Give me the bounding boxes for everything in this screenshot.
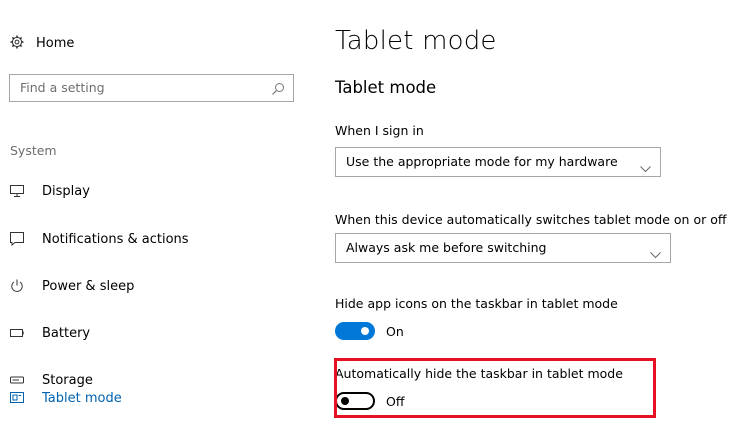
- gear-icon: [10, 34, 24, 53]
- chevron-down-icon: [650, 244, 661, 263]
- sidebar-item-label: Tablet mode: [42, 390, 122, 406]
- sidebar-item-display[interactable]: Display: [10, 179, 90, 203]
- hide-icons-toggle[interactable]: [335, 322, 375, 340]
- hide-icons-label: Hide app icons on the taskbar in tablet …: [335, 296, 618, 311]
- page-title: Tablet mode: [335, 26, 497, 56]
- settings-window: Home Find a setting System Display Notif…: [0, 0, 738, 432]
- system-group-label: System: [10, 143, 57, 158]
- search-input[interactable]: Find a setting: [9, 74, 294, 102]
- sidebar-item-battery[interactable]: Battery: [10, 321, 90, 345]
- battery-icon: [10, 329, 30, 337]
- home-label: Home: [36, 35, 75, 51]
- auto-switch-value: Always ask me before switching: [346, 240, 547, 255]
- sidebar-item-power-sleep[interactable]: Power & sleep: [10, 274, 134, 298]
- tablet-mode-icon: [10, 392, 30, 404]
- storage-icon: [10, 376, 30, 384]
- notifications-icon: [10, 232, 30, 246]
- highlight-box: [334, 358, 656, 418]
- hide-icons-state: On: [386, 323, 404, 339]
- display-icon: [10, 185, 30, 197]
- sidebar-item-label: Notifications & actions: [42, 231, 189, 247]
- sign-in-dropdown[interactable]: Use the appropriate mode for my hardware: [335, 147, 661, 177]
- home-nav-item[interactable]: Home: [10, 32, 74, 54]
- sign-in-label: When I sign in: [335, 123, 424, 138]
- search-icon[interactable]: [271, 81, 285, 100]
- hide-icons-toggle-row: On: [335, 321, 404, 341]
- sidebar-item-tablet-mode[interactable]: Tablet mode: [10, 386, 122, 410]
- auto-switch-label: When this device automatically switches …: [335, 212, 727, 227]
- chevron-down-icon: [640, 158, 651, 177]
- sign-in-value: Use the appropriate mode for my hardware: [346, 154, 618, 169]
- toggle-knob: [361, 327, 369, 335]
- sidebar-item-label: Battery: [42, 325, 91, 341]
- sidebar-item-label: Display: [42, 183, 90, 199]
- sidebar-item-label: Power & sleep: [42, 278, 135, 294]
- sidebar: Home Find a setting System Display Notif…: [0, 0, 300, 432]
- power-icon: [10, 279, 30, 293]
- section-title: Tablet mode: [335, 78, 437, 97]
- auto-switch-dropdown[interactable]: Always ask me before switching: [335, 233, 671, 263]
- sidebar-item-notifications[interactable]: Notifications & actions: [10, 227, 189, 251]
- search-placeholder: Find a setting: [20, 80, 105, 95]
